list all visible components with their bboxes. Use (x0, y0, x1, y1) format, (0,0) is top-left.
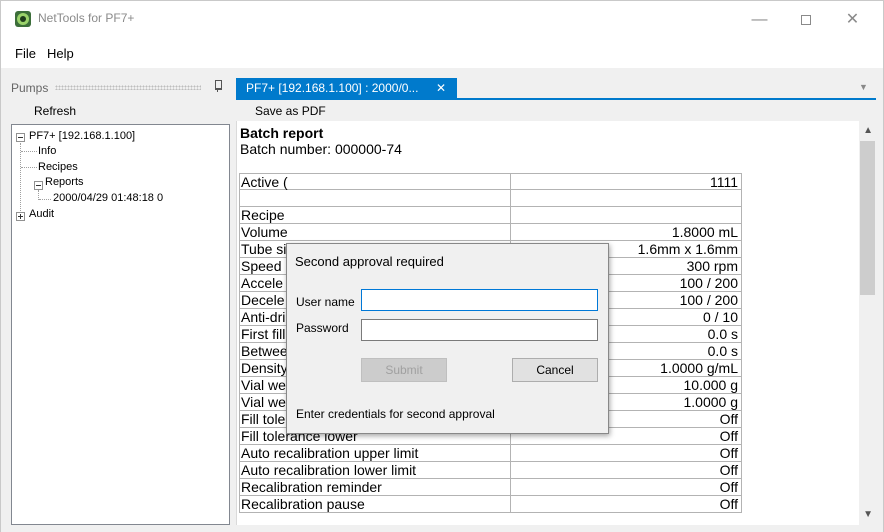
report-title: Batch report (240, 125, 324, 141)
tree-item-audit[interactable]: Audit (29, 208, 54, 220)
panel-grip[interactable] (55, 85, 201, 90)
collapse-pump-icon[interactable] (16, 133, 25, 142)
report-row-label: Density (241, 360, 288, 376)
report-row-value: Off (719, 496, 738, 512)
dialog-title: Second approval required (295, 254, 444, 269)
save-pdf-button[interactable]: Save as PDF (255, 104, 326, 118)
report-row-label: Recalibration reminder (241, 479, 382, 495)
report-row-value: 0.0 s (707, 343, 738, 359)
username-input[interactable] (361, 289, 598, 311)
tree-item-pump[interactable]: PF7+ [192.168.1.100] (29, 130, 135, 142)
window-title: NetTools for PF7+ (38, 11, 135, 25)
report-row-label: Auto recalibration lower limit (241, 462, 417, 478)
scroll-down-icon[interactable]: ▼ (863, 509, 873, 520)
expand-audit-icon[interactable] (16, 212, 25, 221)
pumps-panel-title: Pumps (11, 81, 49, 95)
report-row-value: 300 rpm (686, 258, 738, 274)
refresh-button[interactable]: Refresh (11, 100, 230, 122)
report-row-value: 10.000 g (683, 377, 739, 393)
password-input[interactable] (361, 319, 598, 341)
close-tab-icon[interactable]: ✕ (436, 81, 446, 95)
report-row-value: Off (719, 428, 738, 444)
password-label: Password (296, 321, 349, 335)
report-row-label: Auto recalibration upper limit (241, 445, 419, 461)
report-row-value: 1111 (709, 174, 738, 190)
report-row-value: Off (719, 445, 738, 461)
username-label: User name (296, 295, 355, 309)
tree-item-recipes[interactable]: Recipes (38, 161, 78, 173)
dialog-hint: Enter credentials for second approval (296, 407, 495, 421)
tree-item-info[interactable]: Info (38, 145, 56, 157)
report-row: Volume 1.8000 mL (239, 224, 742, 241)
second-approval-dialog: Second approval required User name Passw… (286, 243, 609, 434)
report-row-label: Tube si (241, 241, 287, 257)
report-row-label: Recalibration pause (241, 496, 365, 512)
app-logo-icon (15, 11, 31, 27)
report-row-label: Speed (241, 258, 282, 274)
report-row-value: Off (719, 479, 738, 495)
tree-connector (21, 167, 37, 168)
report-scrollbar[interactable]: ▲ ▼ (859, 121, 876, 525)
menu-help[interactable]: Help (47, 46, 74, 61)
collapse-reports-icon[interactable] (34, 181, 43, 190)
report-row-value: 1.6mm x 1.6mm (637, 241, 738, 257)
report-row-label: Betwee (241, 343, 288, 359)
report-row-label: Volume (241, 224, 288, 240)
report-tab[interactable]: PF7+ [192.168.1.100] : 2000/0... ✕ (236, 78, 457, 99)
submit-button[interactable]: Submit (361, 358, 447, 382)
report-row: Recalibration reminder Off (239, 479, 742, 496)
tree-item-reports[interactable]: Reports (45, 176, 84, 188)
report-row (239, 190, 742, 207)
scroll-up-icon[interactable]: ▲ (863, 125, 873, 136)
report-row-value: 100 / 200 (679, 292, 738, 308)
report-row-label: Accele (241, 275, 284, 291)
tab-list-dropdown-icon[interactable]: ▼ (859, 82, 868, 92)
report-row: Auto recalibration upper limit Off (239, 445, 742, 462)
report-row-label: Decele (241, 292, 285, 308)
maximize-icon (800, 14, 811, 25)
report-row-value: Off (719, 411, 738, 427)
pumps-panel: Pumps Refresh PF7+ [192.168.1.100] Info … (11, 78, 230, 525)
batch-number: Batch number: 000000-74 (240, 141, 402, 157)
report-row-label: Anti-dri (241, 309, 286, 325)
report-row-value: 1.8000 mL (671, 224, 738, 240)
report-row: Active ( 1111 (239, 173, 742, 190)
tree-item-report[interactable]: 2000/04/29 01:48:18 0 (53, 192, 163, 204)
report-row: Auto recalibration lower limit Off (239, 462, 742, 479)
menu-bar: File Help (0, 38, 884, 68)
tree-connector (39, 199, 51, 200)
document-toolbar: Save as PDF (236, 101, 876, 121)
close-window-button[interactable]: ✕ (830, 6, 875, 34)
document-tab-strip: PF7+ [192.168.1.100] : 2000/0... ✕ ▼ (236, 78, 876, 100)
pumps-panel-header: Pumps (11, 78, 230, 96)
report-row-value: 0.0 s (707, 326, 738, 342)
pumps-tree[interactable]: PF7+ [192.168.1.100] Info Recipes Report… (11, 124, 230, 525)
report-row-value: 1.0000 g (683, 394, 739, 410)
pin-icon[interactable] (213, 80, 223, 92)
report-tab-label: PF7+ [192.168.1.100] : 2000/0... (246, 81, 419, 95)
report-row: Recalibration pause Off (239, 496, 742, 513)
tree-connector (20, 143, 21, 215)
scrollbar-thumb[interactable] (860, 141, 875, 295)
maximize-button[interactable] (783, 6, 828, 34)
report-row-value: Off (719, 462, 738, 478)
report-row: Recipe (239, 207, 742, 224)
tree-connector (21, 151, 37, 152)
report-row-label: First fill (241, 326, 286, 342)
report-row-label: Recipe (241, 207, 285, 223)
report-row-label: Active ( (241, 174, 288, 190)
minimize-button[interactable]: — (737, 6, 782, 34)
report-row-value: 0 / 10 (702, 309, 738, 325)
report-row-value: 1.0000 g/mL (660, 360, 738, 376)
report-row-value: 100 / 200 (679, 275, 738, 291)
title-bar: NetTools for PF7+ — ✕ (0, 0, 884, 38)
cancel-button[interactable]: Cancel (512, 358, 598, 382)
workspace: Pumps Refresh PF7+ [192.168.1.100] Info … (0, 68, 884, 532)
menu-file[interactable]: File (15, 46, 36, 61)
